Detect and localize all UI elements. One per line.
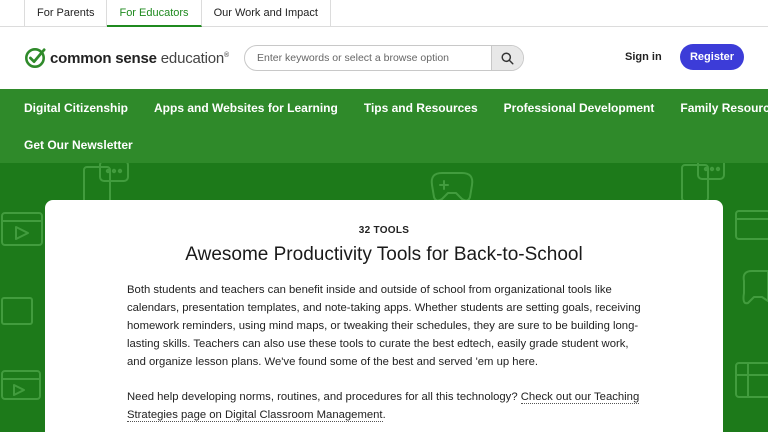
sign-in-link[interactable]: Sign in <box>625 51 662 63</box>
nav-digital-citizenship[interactable]: Digital Citizenship <box>24 101 128 115</box>
nav-row-2: Get Our Newsletter <box>24 126 744 163</box>
tab-our-work-and-impact[interactable]: Our Work and Impact <box>202 0 331 27</box>
audience-bar: For Parents For Educators Our Work and I… <box>0 0 768 27</box>
search-button[interactable] <box>491 46 523 70</box>
site-header: common sense education® Sign in Register <box>0 27 768 89</box>
register-button[interactable]: Register <box>680 44 744 70</box>
nav-row-1: Digital Citizenship Apps and Websites fo… <box>24 89 768 126</box>
search-icon <box>501 51 514 65</box>
help-end: . <box>382 409 386 421</box>
logo-registered-mark: ® <box>224 51 230 59</box>
search-input[interactable] <box>245 46 491 70</box>
search-bar <box>244 45 524 71</box>
logo-bold: common sense <box>50 49 157 67</box>
collection-description: Both students and teachers can benefit i… <box>127 284 641 368</box>
collection-card: 32 TOOLS Awesome Productivity Tools for … <box>45 200 723 432</box>
tab-for-parents[interactable]: For Parents <box>24 0 108 27</box>
nav-professional-development[interactable]: Professional Development <box>504 101 655 115</box>
nav-get-our-newsletter[interactable]: Get Our Newsletter <box>24 138 133 152</box>
tab-for-educators[interactable]: For Educators <box>107 0 202 27</box>
nav-apps-and-websites[interactable]: Apps and Websites for Learning <box>154 101 338 115</box>
logo-light: education <box>160 49 225 67</box>
tool-count: 32 TOOLS <box>358 225 410 236</box>
page-title: Awesome Productivity Tools for Back-to-S… <box>185 244 583 265</box>
nav-family-resources[interactable]: Family Resources <box>680 101 768 115</box>
nav-tips-and-resources[interactable]: Tips and Resources <box>364 101 478 115</box>
help-paragraph: Need help developing norms, routines, an… <box>127 388 647 424</box>
logo[interactable]: common sense education® <box>24 47 229 69</box>
main-nav: Digital Citizenship Apps and Websites fo… <box>0 89 768 163</box>
check-circle-icon <box>25 48 46 68</box>
logo-text: common sense education® <box>50 50 229 67</box>
help-text: Need help developing norms, routines, an… <box>127 391 521 403</box>
